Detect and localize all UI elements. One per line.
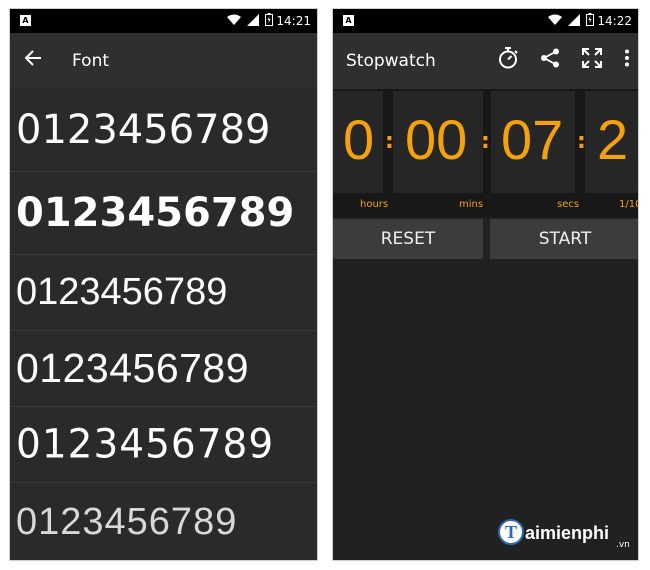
timer-icon[interactable] [498, 47, 518, 69]
font-option[interactable]: 0123456789 [10, 89, 317, 172]
font-option[interactable]: 0123456789 [10, 255, 317, 331]
app-bar-actions [498, 47, 630, 69]
font-sample: 0123456789 [16, 501, 238, 543]
start-button[interactable]: START [490, 219, 638, 259]
status-bar: A 14:21 [10, 9, 317, 33]
mins-label: mins [459, 199, 484, 210]
share-icon[interactable] [540, 48, 560, 68]
status-time: 14:22 [597, 14, 632, 28]
secs-label: secs [557, 199, 580, 210]
reset-button[interactable]: RESET [333, 219, 483, 259]
font-option[interactable]: 0123456789 [10, 483, 317, 560]
tenths-value: 2 [597, 108, 629, 171]
font-option[interactable]: 0123456789 [10, 331, 317, 407]
font-screen: A 14:21 Font 0123456789 0123456789 01234… [9, 8, 318, 561]
watermark-letter: T [498, 519, 524, 545]
font-option[interactable]: 0123456789 [10, 407, 317, 483]
signal-icon [247, 13, 259, 26]
font-sample: 0123456789 [16, 190, 295, 236]
battery-icon [586, 13, 594, 26]
font-option[interactable]: 0123456789 [10, 172, 317, 255]
tenths-label: 1/10 [619, 199, 638, 210]
font-sample: 0123456789 [16, 345, 250, 391]
wifi-icon [548, 14, 562, 25]
back-arrow-icon[interactable] [24, 49, 42, 67]
page-title: Stopwatch [346, 51, 436, 71]
watermark-logo: T aimienphi [498, 519, 609, 545]
battery-icon [265, 13, 273, 26]
fullscreen-icon[interactable] [582, 48, 602, 68]
signal-icon [568, 13, 580, 26]
stopwatch-screen: A 14:22 Stopwatch 0 : 00 : 07 : 2 hours … [332, 8, 639, 561]
seconds-value: 07 [501, 108, 564, 171]
stopwatch-display: 0 : 00 : 07 : 2 hours mins secs 1/10 [333, 89, 638, 217]
watermark-brand: aimienphi [525, 523, 610, 543]
font-sample: 0123456789 [16, 421, 275, 468]
colon-separator: : [577, 129, 586, 154]
font-sample: 0123456789 [16, 271, 228, 313]
font-sample: 0123456789 [16, 107, 271, 153]
font-list: 0123456789 0123456789 0123456789 0123456… [10, 89, 317, 560]
colon-separator: : [385, 129, 394, 154]
status-bar: A 14:22 [333, 9, 638, 33]
status-time: 14:21 [276, 14, 311, 28]
colon-separator: : [481, 129, 490, 154]
more-vert-icon[interactable] [624, 49, 630, 67]
wifi-icon [227, 14, 241, 25]
minutes-value: 00 [405, 108, 468, 171]
page-title: Font [72, 51, 110, 71]
app-bar: Stopwatch [333, 33, 638, 89]
hours-value: 0 [343, 108, 375, 171]
hours-label: hours [360, 199, 389, 210]
app-bar: Font [10, 33, 317, 89]
watermark-suffix: .vn [616, 540, 630, 550]
notification-icon: A [20, 15, 31, 26]
notification-icon: A [343, 15, 354, 26]
